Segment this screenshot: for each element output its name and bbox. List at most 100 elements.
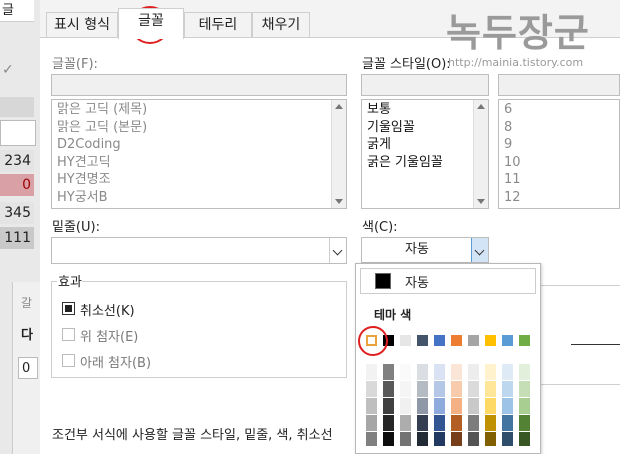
theme-shade-swatch[interactable] (400, 415, 411, 431)
font-list-scrollbar[interactable] (331, 100, 346, 208)
automatic-color-option[interactable]: 자동 (360, 268, 536, 294)
theme-shade-swatch[interactable] (400, 398, 411, 414)
scroll-up-icon[interactable] (477, 104, 485, 109)
theme-shade-swatch[interactable] (417, 415, 428, 431)
font-style-list[interactable]: 보통 기울임꼴 굵게 굵은 기울임꼴 (361, 99, 489, 209)
theme-shade-swatch[interactable] (519, 432, 530, 446)
theme-shade-swatch[interactable] (366, 381, 377, 397)
theme-shade-swatch[interactable] (485, 381, 496, 397)
font-style-item[interactable]: 기울임꼴 (362, 119, 488, 137)
theme-shade-swatch[interactable] (383, 364, 394, 380)
superscript-checkbox[interactable] (62, 328, 75, 341)
theme-shade-swatch[interactable] (366, 398, 377, 414)
size-item[interactable]: 11 (499, 171, 619, 189)
theme-shade-swatch[interactable] (502, 432, 513, 446)
theme-shade-swatch[interactable] (485, 415, 496, 431)
font-style-item[interactable]: 굵은 기울임꼴 (362, 154, 488, 172)
theme-shade-swatch[interactable] (519, 398, 530, 414)
theme-shade-swatch[interactable] (366, 364, 377, 380)
theme-shade-swatch[interactable] (468, 398, 479, 414)
theme-shade-swatch[interactable] (451, 432, 462, 446)
theme-color-swatch[interactable] (417, 335, 428, 346)
theme-color-swatch[interactable] (400, 335, 411, 346)
size-item[interactable]: 6 (499, 101, 619, 119)
font-style-item[interactable]: 굵게 (362, 136, 488, 154)
theme-color-swatch[interactable] (502, 335, 513, 346)
size-list[interactable]: 6 8 9 10 11 12 (498, 99, 620, 209)
font-style-input[interactable] (361, 74, 489, 96)
theme-shade-swatch[interactable] (485, 364, 496, 380)
scroll-down-icon[interactable] (477, 199, 485, 204)
font-item[interactable]: D2Coding (52, 136, 346, 154)
color-select[interactable]: 자동 (361, 237, 489, 263)
theme-shade-swatch[interactable] (383, 398, 394, 414)
theme-shade-swatch[interactable] (383, 381, 394, 397)
size-item[interactable]: 8 (499, 119, 619, 137)
font-item[interactable]: HY견고딕 (52, 154, 346, 172)
theme-shade-swatch[interactable] (519, 415, 530, 431)
theme-shade-swatch[interactable] (417, 398, 428, 414)
theme-shade-swatch[interactable] (383, 415, 394, 431)
theme-shade-swatch[interactable] (434, 381, 445, 397)
theme-shade-swatch[interactable] (502, 364, 513, 380)
theme-shade-swatch[interactable] (434, 415, 445, 431)
underline-select[interactable] (51, 237, 347, 264)
tab-font[interactable]: 글꼴 (118, 8, 184, 39)
theme-shade-swatch[interactable] (451, 398, 462, 414)
theme-color-swatch[interactable] (451, 335, 462, 346)
theme-shade-swatch[interactable] (468, 364, 479, 380)
strikethrough-checkbox[interactable] (62, 302, 75, 315)
theme-shade-swatch[interactable] (468, 415, 479, 431)
theme-shade-swatch[interactable] (400, 432, 411, 446)
theme-shade-swatch[interactable] (485, 398, 496, 414)
theme-color-swatch[interactable] (485, 335, 496, 346)
theme-shade-swatch[interactable] (502, 381, 513, 397)
theme-shade-swatch[interactable] (519, 364, 530, 380)
color-dropdown-button[interactable] (471, 238, 488, 262)
theme-shade-swatch[interactable] (502, 415, 513, 431)
scroll-down-icon[interactable] (335, 199, 343, 204)
underline-dropdown-button[interactable] (329, 238, 346, 263)
font-style-scrollbar[interactable] (473, 100, 488, 208)
tab-fill[interactable]: 채우기 (252, 12, 310, 38)
font-item[interactable]: 맑은 고딕 (본문) (52, 119, 346, 137)
font-list[interactable]: 맑은 고딕 (제목) 맑은 고딕 (본문) D2Coding HY견고딕 HY견… (51, 99, 347, 209)
font-item[interactable]: 맑은 고딕 (제목) (52, 101, 346, 119)
theme-shade-swatch[interactable] (485, 432, 496, 446)
strikethrough-label[interactable]: 취소선(K) (80, 300, 135, 319)
theme-shade-swatch[interactable] (434, 364, 445, 380)
theme-shade-swatch[interactable] (451, 364, 462, 380)
theme-shade-swatch[interactable] (400, 381, 411, 397)
theme-shade-swatch[interactable] (417, 381, 428, 397)
superscript-label[interactable]: 위 첨자(E) (80, 326, 138, 345)
theme-shade-swatch[interactable] (434, 398, 445, 414)
theme-color-swatch[interactable] (434, 335, 445, 346)
theme-shade-swatch[interactable] (519, 381, 530, 397)
theme-shade-swatch[interactable] (468, 381, 479, 397)
theme-shade-swatch[interactable] (434, 432, 445, 446)
subscript-label[interactable]: 아래 첨자(B) (80, 352, 151, 371)
font-item[interactable]: HY견명조 (52, 171, 346, 189)
tab-border[interactable]: 테두리 (184, 12, 252, 38)
size-input[interactable] (498, 74, 620, 96)
size-item[interactable]: 9 (499, 136, 619, 154)
theme-shade-swatch[interactable] (502, 398, 513, 414)
subscript-checkbox[interactable] (62, 354, 75, 367)
font-input[interactable] (51, 74, 347, 96)
font-item[interactable]: HY궁서B (52, 189, 346, 207)
theme-color-swatch[interactable] (519, 335, 530, 346)
size-item[interactable]: 10 (499, 154, 619, 172)
font-style-item[interactable]: 보통 (362, 101, 488, 119)
theme-shade-swatch[interactable] (451, 415, 462, 431)
scroll-up-icon[interactable] (335, 104, 343, 109)
tab-number-format[interactable]: 표시 형식 (46, 12, 118, 38)
size-item[interactable]: 12 (499, 189, 619, 207)
theme-shade-swatch[interactable] (417, 432, 428, 446)
theme-shade-swatch[interactable] (366, 415, 377, 431)
theme-shade-swatch[interactable] (383, 432, 394, 446)
theme-shade-swatch[interactable] (417, 364, 428, 380)
theme-color-swatch[interactable] (468, 335, 479, 346)
theme-shade-swatch[interactable] (400, 364, 411, 380)
theme-shade-swatch[interactable] (366, 432, 377, 446)
theme-shade-swatch[interactable] (468, 432, 479, 446)
